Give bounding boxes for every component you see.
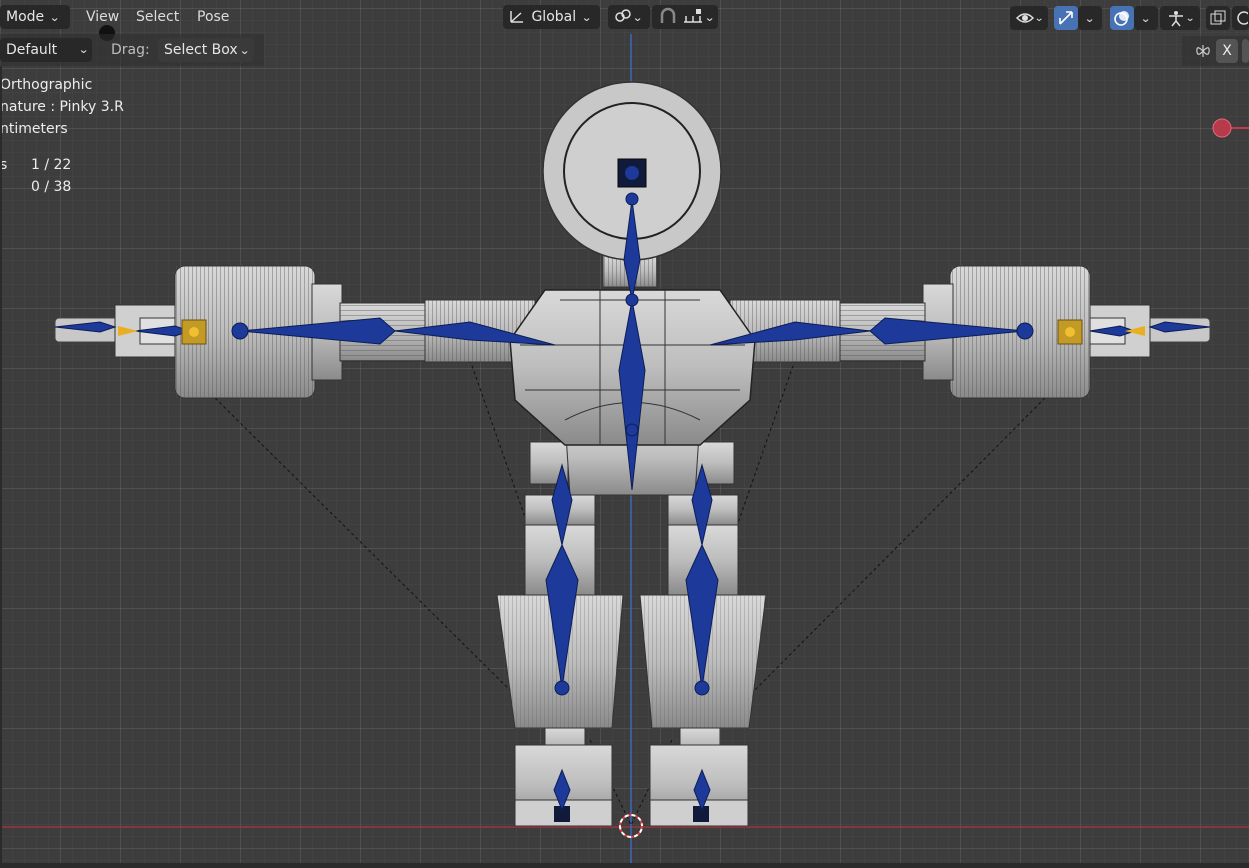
units-label: ntimeters bbox=[0, 121, 68, 137]
pose-figure-icon bbox=[1168, 11, 1183, 27]
axis-options-bar: X bbox=[1182, 36, 1249, 66]
shading-mode-button[interactable] bbox=[1232, 6, 1249, 30]
eye-icon bbox=[1015, 13, 1034, 23]
tool-settings-bar: Default ⌄ Drag: Select Box⌄ bbox=[0, 34, 264, 66]
snap-increment-icon bbox=[684, 9, 703, 23]
chevron-down-icon: ⌄ bbox=[1140, 11, 1152, 25]
drag-select-box-dropdown[interactable]: Select Box⌄ bbox=[158, 38, 254, 62]
gizmo-x-axis[interactable] bbox=[1212, 118, 1232, 138]
chevron-down-icon: ⌄ bbox=[238, 44, 250, 57]
pose-options-dropdown[interactable]: ⌄ bbox=[1160, 6, 1200, 30]
transform-pivot-dropdown[interactable]: Default ⌄ bbox=[0, 38, 92, 62]
scene-canvas[interactable] bbox=[0, 0, 1249, 868]
transform-orientation-dropdown[interactable]: Global ⌄ bbox=[503, 5, 600, 29]
butterfly-mirror-icon bbox=[1196, 45, 1210, 57]
viewport-header: Mode ⌄ View Select Pose Global ⌄ ⌄ ⌄ ⌄ ⌄ ⌄… bbox=[0, 0, 1249, 34]
viewport-left-edge bbox=[0, 66, 2, 866]
menu-select[interactable]: Select bbox=[136, 5, 179, 29]
chevron-down-icon: ⌄ bbox=[1084, 11, 1096, 25]
mode-selector[interactable]: Mode ⌄ bbox=[0, 5, 70, 29]
visibility-dropdown[interactable]: ⌄ bbox=[1010, 6, 1048, 30]
objects-count: 0 / 38 bbox=[31, 179, 72, 195]
3d-viewport[interactable]: Mode ⌄ View Select Pose Global ⌄ ⌄ ⌄ ⌄ ⌄ ⌄… bbox=[0, 0, 1249, 868]
overlays-dropdown[interactable]: ⌄ bbox=[1134, 6, 1158, 30]
pivot-icon bbox=[615, 9, 631, 22]
drag-value: Select Box bbox=[164, 42, 238, 58]
xray-icon bbox=[1210, 10, 1226, 25]
active-object-name: nature : Pinky 3.R bbox=[0, 99, 124, 115]
mode-label: Mode bbox=[6, 9, 45, 25]
snapping-toggle[interactable]: ⌄ bbox=[652, 5, 718, 29]
viewport-bottom-edge bbox=[0, 863, 1249, 868]
overlays-toggle[interactable] bbox=[1110, 6, 1134, 30]
mirror-icon-button[interactable] bbox=[1192, 39, 1214, 63]
chevron-down-icon: ⌄ bbox=[632, 11, 644, 24]
mirror-y-toggle[interactable] bbox=[1242, 39, 1249, 63]
wireframe-sphere-icon bbox=[1236, 11, 1248, 25]
gizmo-toggle[interactable] bbox=[1054, 6, 1078, 30]
orientation-label: Global bbox=[531, 9, 577, 25]
gizmo-icon bbox=[1059, 11, 1073, 25]
pivot-point-dropdown[interactable]: ⌄ bbox=[608, 5, 650, 29]
pivot-label: Default bbox=[6, 42, 58, 58]
drag-label: Drag: bbox=[111, 42, 150, 58]
menu-pose[interactable]: Pose bbox=[197, 5, 229, 29]
xray-toggle[interactable] bbox=[1206, 6, 1230, 30]
orientation-icon bbox=[510, 11, 523, 23]
chevron-down-icon: ⌄ bbox=[704, 11, 716, 24]
chevron-down-icon: ⌄ bbox=[49, 11, 61, 24]
overlays-icon bbox=[1114, 11, 1129, 26]
chevron-down-icon: ⌄ bbox=[77, 43, 89, 56]
menu-view[interactable]: View bbox=[86, 5, 119, 29]
magnet-icon bbox=[660, 7, 676, 23]
chevron-down-icon: ⌄ bbox=[581, 11, 593, 24]
view-name: Orthographic bbox=[0, 77, 93, 93]
mirror-x-toggle[interactable]: X bbox=[1216, 39, 1238, 63]
bones-count: 1 / 22 bbox=[31, 157, 72, 173]
gizmo-dropdown[interactable]: ⌄ bbox=[1078, 6, 1102, 30]
